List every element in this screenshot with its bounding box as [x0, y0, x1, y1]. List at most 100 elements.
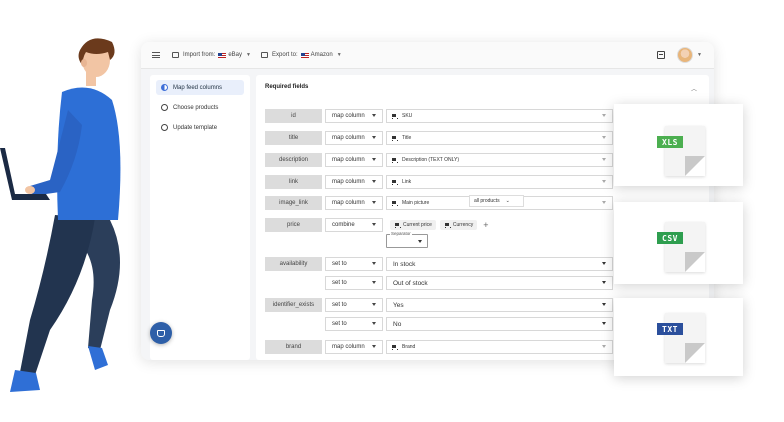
value-select[interactable]: In stock: [386, 257, 613, 271]
value-select[interactable]: SKU: [386, 109, 613, 123]
field-row-image-link: image_link map column Main picture: [265, 196, 613, 210]
field-row-identifier-exists: identifier_exists set to Yes: [265, 298, 613, 312]
action-select[interactable]: set to: [325, 276, 383, 290]
field-row-availability: availability set to In stock: [265, 257, 613, 271]
action-label: map column: [332, 200, 365, 206]
sidebar-item-choose-products[interactable]: Choose products: [156, 100, 244, 115]
field-name: brand: [265, 340, 322, 354]
caret-down-icon: [602, 136, 606, 139]
value-select[interactable]: Link: [386, 175, 613, 189]
chip-currency[interactable]: Currency: [439, 220, 478, 230]
field-row-identifier-exists-alt: set to No: [265, 317, 613, 331]
field-name: identifier_exists: [265, 298, 322, 312]
caret-down-icon: [372, 158, 376, 161]
sidebar: Map feed columns Choose products Update …: [150, 75, 250, 360]
caret-down-icon: [602, 322, 606, 325]
value-label: Main picture: [402, 200, 430, 206]
caret-down-icon: [372, 303, 376, 306]
document-icon: CSV: [657, 222, 705, 272]
csv-file-card: CSV: [614, 202, 743, 284]
value-select[interactable]: Out of stock: [386, 276, 613, 290]
sidebar-item-label: Map feed columns: [173, 84, 223, 91]
help-chat-button[interactable]: [150, 322, 172, 344]
combine-container: Current price Currency + Separator: [386, 218, 613, 248]
field-row-brand: brand map column Brand: [265, 340, 613, 354]
action-label: map column: [332, 344, 365, 350]
action-select[interactable]: set to: [325, 317, 383, 331]
avatar[interactable]: [677, 47, 694, 63]
action-label: map column: [332, 113, 365, 119]
cart-icon: [391, 113, 398, 119]
action-label: combine: [332, 222, 355, 228]
separator-select[interactable]: Separator: [386, 231, 428, 248]
field-name: link: [265, 175, 322, 189]
field-name: image_link: [265, 196, 322, 210]
chip-label: Current price: [403, 222, 432, 228]
action-select[interactable]: set to: [325, 257, 383, 271]
field-row-id: id map column SKU: [265, 109, 613, 123]
action-select[interactable]: map column: [325, 196, 383, 210]
action-select[interactable]: map column: [325, 175, 383, 189]
action-select[interactable]: set to: [325, 298, 383, 312]
sidebar-item-update-template[interactable]: Update template: [156, 120, 244, 135]
import-from-control[interactable]: Import from: eBay ▼: [172, 52, 251, 58]
import-icon: [172, 52, 179, 58]
all-products-label: all products: [474, 198, 500, 204]
value-select[interactable]: Yes: [386, 298, 613, 312]
export-label: Export to:: [271, 52, 298, 58]
value-select[interactable]: No: [386, 317, 613, 331]
value-label: Description (TEXT ONLY): [402, 157, 460, 163]
cart-icon: [391, 344, 398, 350]
txt-file-card: TXT: [614, 298, 743, 376]
chip-current-price[interactable]: Current price: [390, 220, 436, 230]
circle-icon: [161, 104, 168, 111]
field-row-description: description map column Description (TEXT…: [265, 153, 613, 167]
cart-icon: [391, 200, 398, 206]
separator-label: Separator: [390, 231, 412, 236]
action-label: map column: [332, 157, 365, 163]
value-select[interactable]: Brand: [386, 340, 613, 354]
file-type-label: CSV: [657, 232, 683, 244]
value-select[interactable]: Title: [386, 131, 613, 145]
field-row-price: price combine Current price Currency + S…: [265, 218, 613, 248]
value-label: In stock: [393, 260, 416, 268]
caret-down-icon: [602, 180, 606, 183]
caret-down-icon: [372, 180, 376, 183]
caret-down-icon: [372, 281, 376, 284]
caret-down-icon: [372, 201, 376, 204]
caret-down-icon: [418, 240, 422, 243]
value-select[interactable]: Description (TEXT ONLY): [386, 153, 613, 167]
action-select[interactable]: map column: [325, 340, 383, 354]
sidebar-item-map-feed-columns[interactable]: Map feed columns: [156, 80, 244, 95]
field-row-availability-alt: set to Out of stock: [265, 276, 613, 290]
circle-icon: [161, 124, 168, 131]
chevron-down-icon: ▼: [336, 52, 342, 58]
chevron-down-icon[interactable]: ▼: [697, 52, 702, 58]
field-name: id: [265, 109, 322, 123]
cart-icon: [391, 157, 398, 163]
action-select[interactable]: combine: [325, 218, 383, 232]
document-icon: XLS: [657, 126, 705, 176]
action-select[interactable]: map column: [325, 131, 383, 145]
chevron-down-icon: ⌄: [505, 198, 510, 204]
value-label: Out of stock: [393, 279, 428, 287]
chevron-up-icon[interactable]: ︿: [691, 84, 697, 93]
export-target: Amazon: [310, 52, 333, 58]
chat-icon: [157, 329, 165, 337]
menu-icon[interactable]: [152, 52, 160, 58]
import-label: Import from:: [183, 52, 216, 58]
field-name: price: [265, 218, 322, 232]
sidebar-item-label: Update template: [173, 124, 218, 131]
caret-down-icon: [372, 262, 376, 265]
all-products-select[interactable]: all products ⌄: [469, 195, 524, 207]
export-to-control[interactable]: Export to: Amazon ▼: [260, 52, 342, 58]
field-row-link: link map column Link: [265, 175, 613, 189]
action-select[interactable]: map column: [325, 153, 383, 167]
caret-down-icon: [602, 201, 606, 204]
action-label: map column: [332, 179, 365, 185]
calendar-icon[interactable]: [657, 51, 666, 59]
plus-icon[interactable]: +: [483, 220, 488, 230]
caret-down-icon: [602, 281, 606, 284]
caret-down-icon: [602, 345, 606, 348]
action-select[interactable]: map column: [325, 109, 383, 123]
